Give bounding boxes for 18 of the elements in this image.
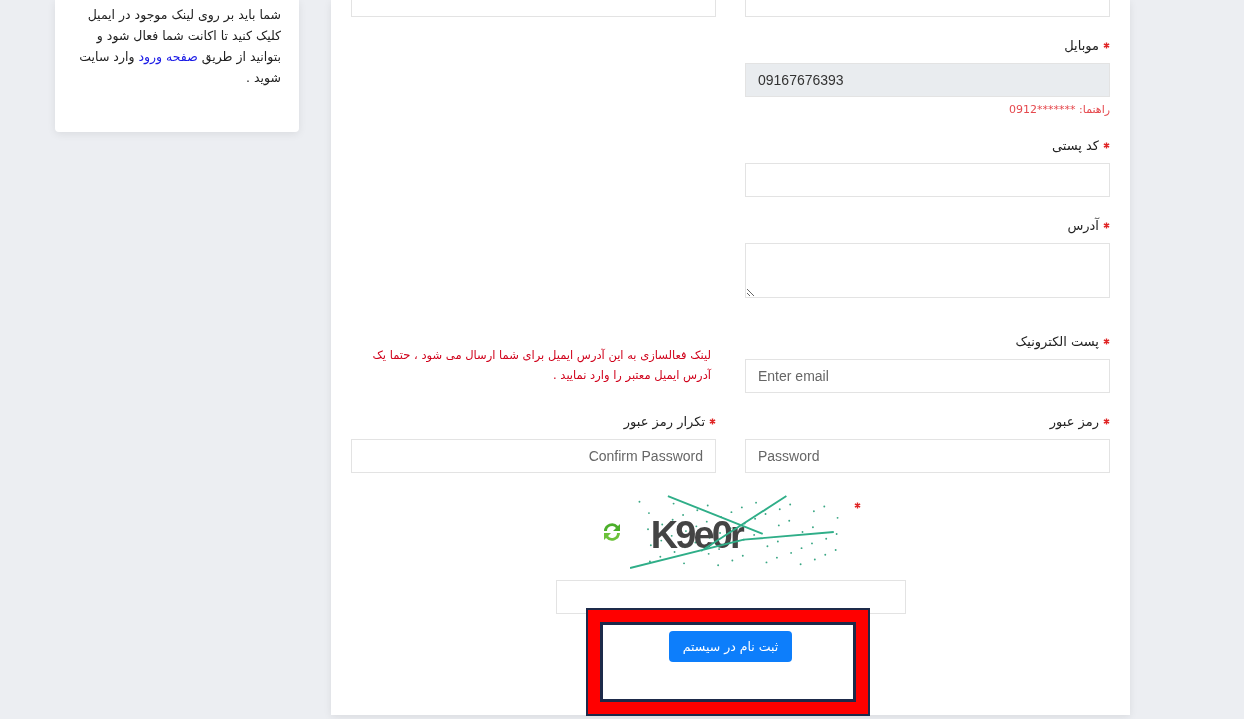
hint-text: راهنما: *******0912 [1009,103,1110,117]
input-field[interactable]: Enter email [745,359,1110,393]
register-button[interactable]: ثبت نام در سیستم [668,631,793,662]
input-field[interactable]: Confirm Password [351,439,716,473]
info-paragraph: شما باید بر روی لینک موجود در ایمیل کلیک کنید تا اکانت شما فعال شود و بتوانید از طریق صفحه ورود وارد سایت شوید . [78,6,281,88]
input-field[interactable] [351,0,716,17]
field-label: تکرار رمز عبور [623,413,705,429]
login-page-link[interactable]: صفحه ورود [138,49,198,64]
email-note: لینک فعالسازی به این آدرس ایمیل برای شما ارسال می شود ، حتما یک آدرس ایمیل معتبر را وارد نمایید . [371,347,712,385]
input-field[interactable] [745,0,1110,17]
input-field[interactable] [745,163,1110,197]
address-textarea[interactable] [745,243,1110,298]
field-label: موبایل [1064,37,1099,53]
field-label: آدرس [1067,217,1099,233]
field-label: رمز عبور [1049,413,1099,429]
field-label: پست الکترونیک [1015,333,1099,349]
input-field[interactable]: Password [745,439,1110,473]
field-label: کد پستی [1051,137,1099,153]
